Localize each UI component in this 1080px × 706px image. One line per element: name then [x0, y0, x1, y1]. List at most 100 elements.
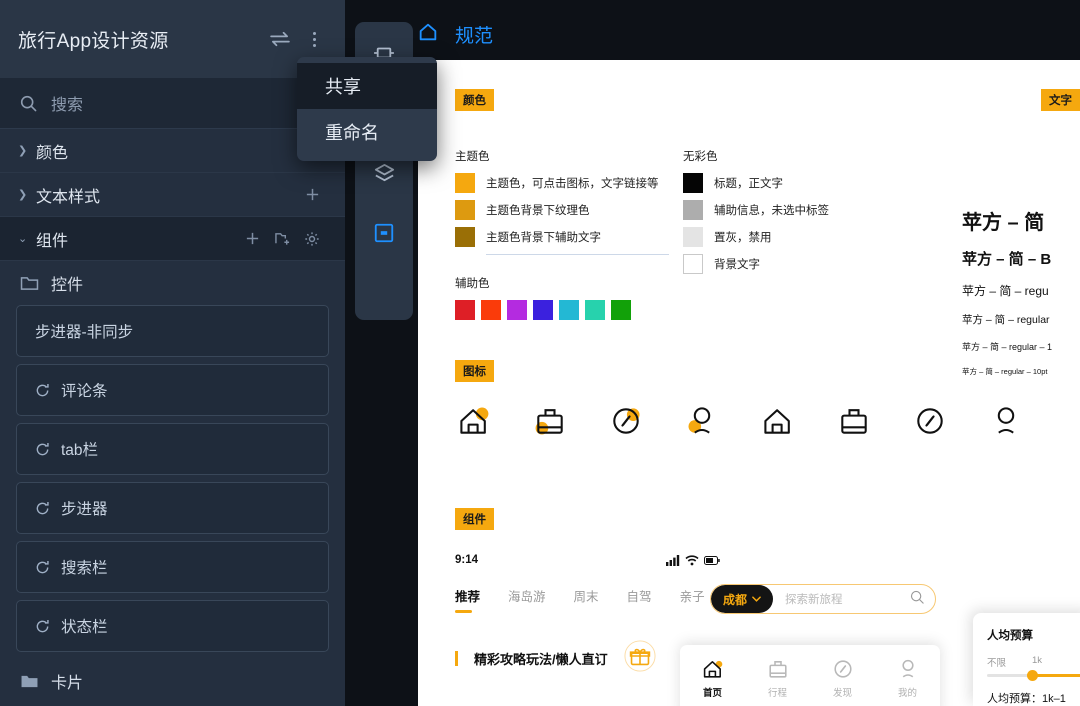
compass-icon[interactable]: [912, 403, 948, 444]
signal-icon: [666, 554, 680, 566]
person-icon[interactable]: [684, 403, 720, 444]
add-component-button[interactable]: [237, 231, 267, 246]
nav-item-trips[interactable]: 行程: [766, 657, 790, 699]
menu-item-share[interactable]: 共享: [297, 63, 437, 109]
add-text-style-button[interactable]: [297, 187, 327, 202]
swatch-row[interactable]: 置灰，禁用: [683, 227, 903, 247]
nav-item-discover[interactable]: 发现: [831, 657, 855, 699]
project-title: 旅行App设计资源: [18, 30, 169, 52]
new-folder-button[interactable]: [267, 231, 297, 246]
layers-tool-icon[interactable]: [367, 156, 401, 190]
color-swatch[interactable]: [683, 254, 703, 274]
tab-selfdrive[interactable]: 自驾: [627, 586, 652, 605]
accent-swatch[interactable]: [455, 300, 475, 320]
component-label: 步进器-非同步: [35, 324, 134, 341]
budget-slider[interactable]: [987, 670, 1080, 681]
color-swatch[interactable]: [455, 227, 475, 247]
typo-sample: 苹方 – 简: [962, 212, 1045, 234]
color-swatch[interactable]: [683, 200, 703, 220]
list-item[interactable]: tab栏: [16, 423, 329, 475]
swatch-row[interactable]: 主题色背景下辅助文字: [455, 227, 685, 247]
swatch-row[interactable]: 辅助信息，未选中标签: [683, 200, 903, 220]
typography-samples: 苹方 – 简 苹方 – 简 – B 苹方 – 简 – regu 苹方 – 简 –…: [962, 206, 1080, 390]
component-section-tag: 组件: [455, 508, 494, 530]
status-bar: 9:14: [455, 554, 720, 566]
tab-island[interactable]: 海岛游: [508, 586, 546, 605]
color-section-tag: 颜色: [455, 89, 494, 111]
swatch-row[interactable]: 主题色，可点击图标，文字链接等: [455, 173, 685, 193]
person-icon[interactable]: [988, 403, 1024, 444]
home-icon[interactable]: [456, 403, 492, 444]
chevron-right-icon: ❯: [18, 145, 28, 157]
chevron-down-icon: [752, 596, 761, 602]
list-item[interactable]: 步进器-非同步: [16, 305, 329, 357]
color-swatch[interactable]: [455, 200, 475, 220]
compass-icon: [833, 660, 852, 678]
color-swatch[interactable]: [683, 227, 703, 247]
briefcase-icon[interactable]: [532, 403, 568, 444]
gift-icon[interactable]: [624, 640, 656, 677]
accent-color-title: 辅助色: [455, 278, 490, 290]
list-item[interactable]: 评论条: [16, 364, 329, 416]
list-item[interactable]: 搜索栏: [16, 541, 329, 593]
sidebar-section-colors[interactable]: ❯ 颜色: [0, 129, 345, 173]
tab-family[interactable]: 亲子: [680, 586, 705, 605]
search-input[interactable]: 探索新旅程: [773, 591, 910, 607]
breadcrumb[interactable]: 规范: [455, 21, 493, 48]
briefcase-icon[interactable]: [836, 403, 872, 444]
search-bar[interactable]: 成都 探索新旅程: [710, 584, 936, 614]
accent-swatch[interactable]: [559, 300, 579, 320]
category-tabs: 推荐 海岛游 周末 自驾 亲子: [455, 586, 705, 613]
sidebar-section-components[interactable]: ⌄ 组件: [0, 217, 345, 261]
search-icon[interactable]: [910, 590, 935, 609]
component-list: 步进器-非同步 评论条 tab栏 步进器 搜索栏 状态栏: [0, 305, 345, 652]
nav-item-home[interactable]: 首页: [701, 657, 725, 699]
list-item[interactable]: 状态栏: [16, 600, 329, 652]
swatch-row[interactable]: 主题色背景下纹理色: [455, 200, 685, 220]
accent-swatch[interactable]: [533, 300, 553, 320]
sidebar-folder-cards[interactable]: 卡片: [0, 659, 345, 703]
more-vertical-icon[interactable]: [297, 22, 331, 56]
accent-swatch[interactable]: [481, 300, 501, 320]
chevron-right-icon: ❯: [18, 189, 28, 201]
chevron-down-icon: ⌄: [18, 233, 28, 245]
compass-icon[interactable]: [608, 403, 644, 444]
folder-icon: [21, 675, 38, 687]
theme-color-group: 主题色 主题色，可点击图标，文字链接等 主题色背景下纹理色 主题色背景下辅助文字: [455, 148, 685, 255]
gear-icon[interactable]: [297, 231, 327, 247]
accent-swatch[interactable]: [611, 300, 631, 320]
search-field[interactable]: 搜索: [0, 78, 345, 129]
design-canvas[interactable]: 颜色 主题色 主题色，可点击图标，文字链接等 主题色背景下纹理色 主题色背景下辅…: [418, 60, 1080, 706]
wifi-icon: [685, 554, 699, 565]
sidebar-section-text-styles[interactable]: ❯ 文本样式: [0, 173, 345, 217]
slider-knob[interactable]: [1027, 670, 1038, 681]
swatch-label: 辅助信息，未选中标签: [714, 205, 829, 217]
accent-swatch[interactable]: [507, 300, 527, 320]
nav-item-profile[interactable]: 我的: [896, 657, 920, 699]
home-icon[interactable]: [417, 21, 439, 48]
sync-icon: [36, 619, 49, 632]
budget-card: 人均预算 不限 1k 人均预算：1k–1: [973, 613, 1080, 706]
sidebar-header: 旅行App设计资源: [0, 0, 345, 78]
tab-weekend[interactable]: 周末: [574, 586, 599, 605]
component-tool-icon[interactable]: [367, 216, 401, 250]
color-swatch[interactable]: [455, 173, 475, 193]
menu-item-rename[interactable]: 重命名: [297, 109, 437, 155]
accent-swatch[interactable]: [585, 300, 605, 320]
sidebar-folder-controls[interactable]: 控件: [0, 261, 345, 305]
budget-title: 人均预算: [987, 630, 1033, 642]
budget-value: 人均预算：1k–1: [987, 693, 1066, 705]
swatch-row[interactable]: 标题，正文字: [683, 173, 903, 193]
tab-recommend[interactable]: 推荐: [455, 586, 480, 613]
swatch-row[interactable]: 背景文字: [683, 254, 903, 274]
list-item[interactable]: 步进器: [16, 482, 329, 534]
home-icon[interactable]: [760, 403, 796, 444]
color-swatch[interactable]: [683, 173, 703, 193]
swap-arrows-icon[interactable]: [263, 22, 297, 56]
typo-sample: 苹方 – 简 – regular – 1: [962, 342, 1053, 352]
text-section-tag: 文字: [1041, 89, 1080, 111]
city-selector[interactable]: 成都: [711, 585, 774, 613]
typo-sample: 苹方 – 简 – regular: [962, 314, 1050, 326]
swatch-label: 标题，正文字: [714, 178, 783, 190]
section-label: 组件: [36, 232, 69, 250]
